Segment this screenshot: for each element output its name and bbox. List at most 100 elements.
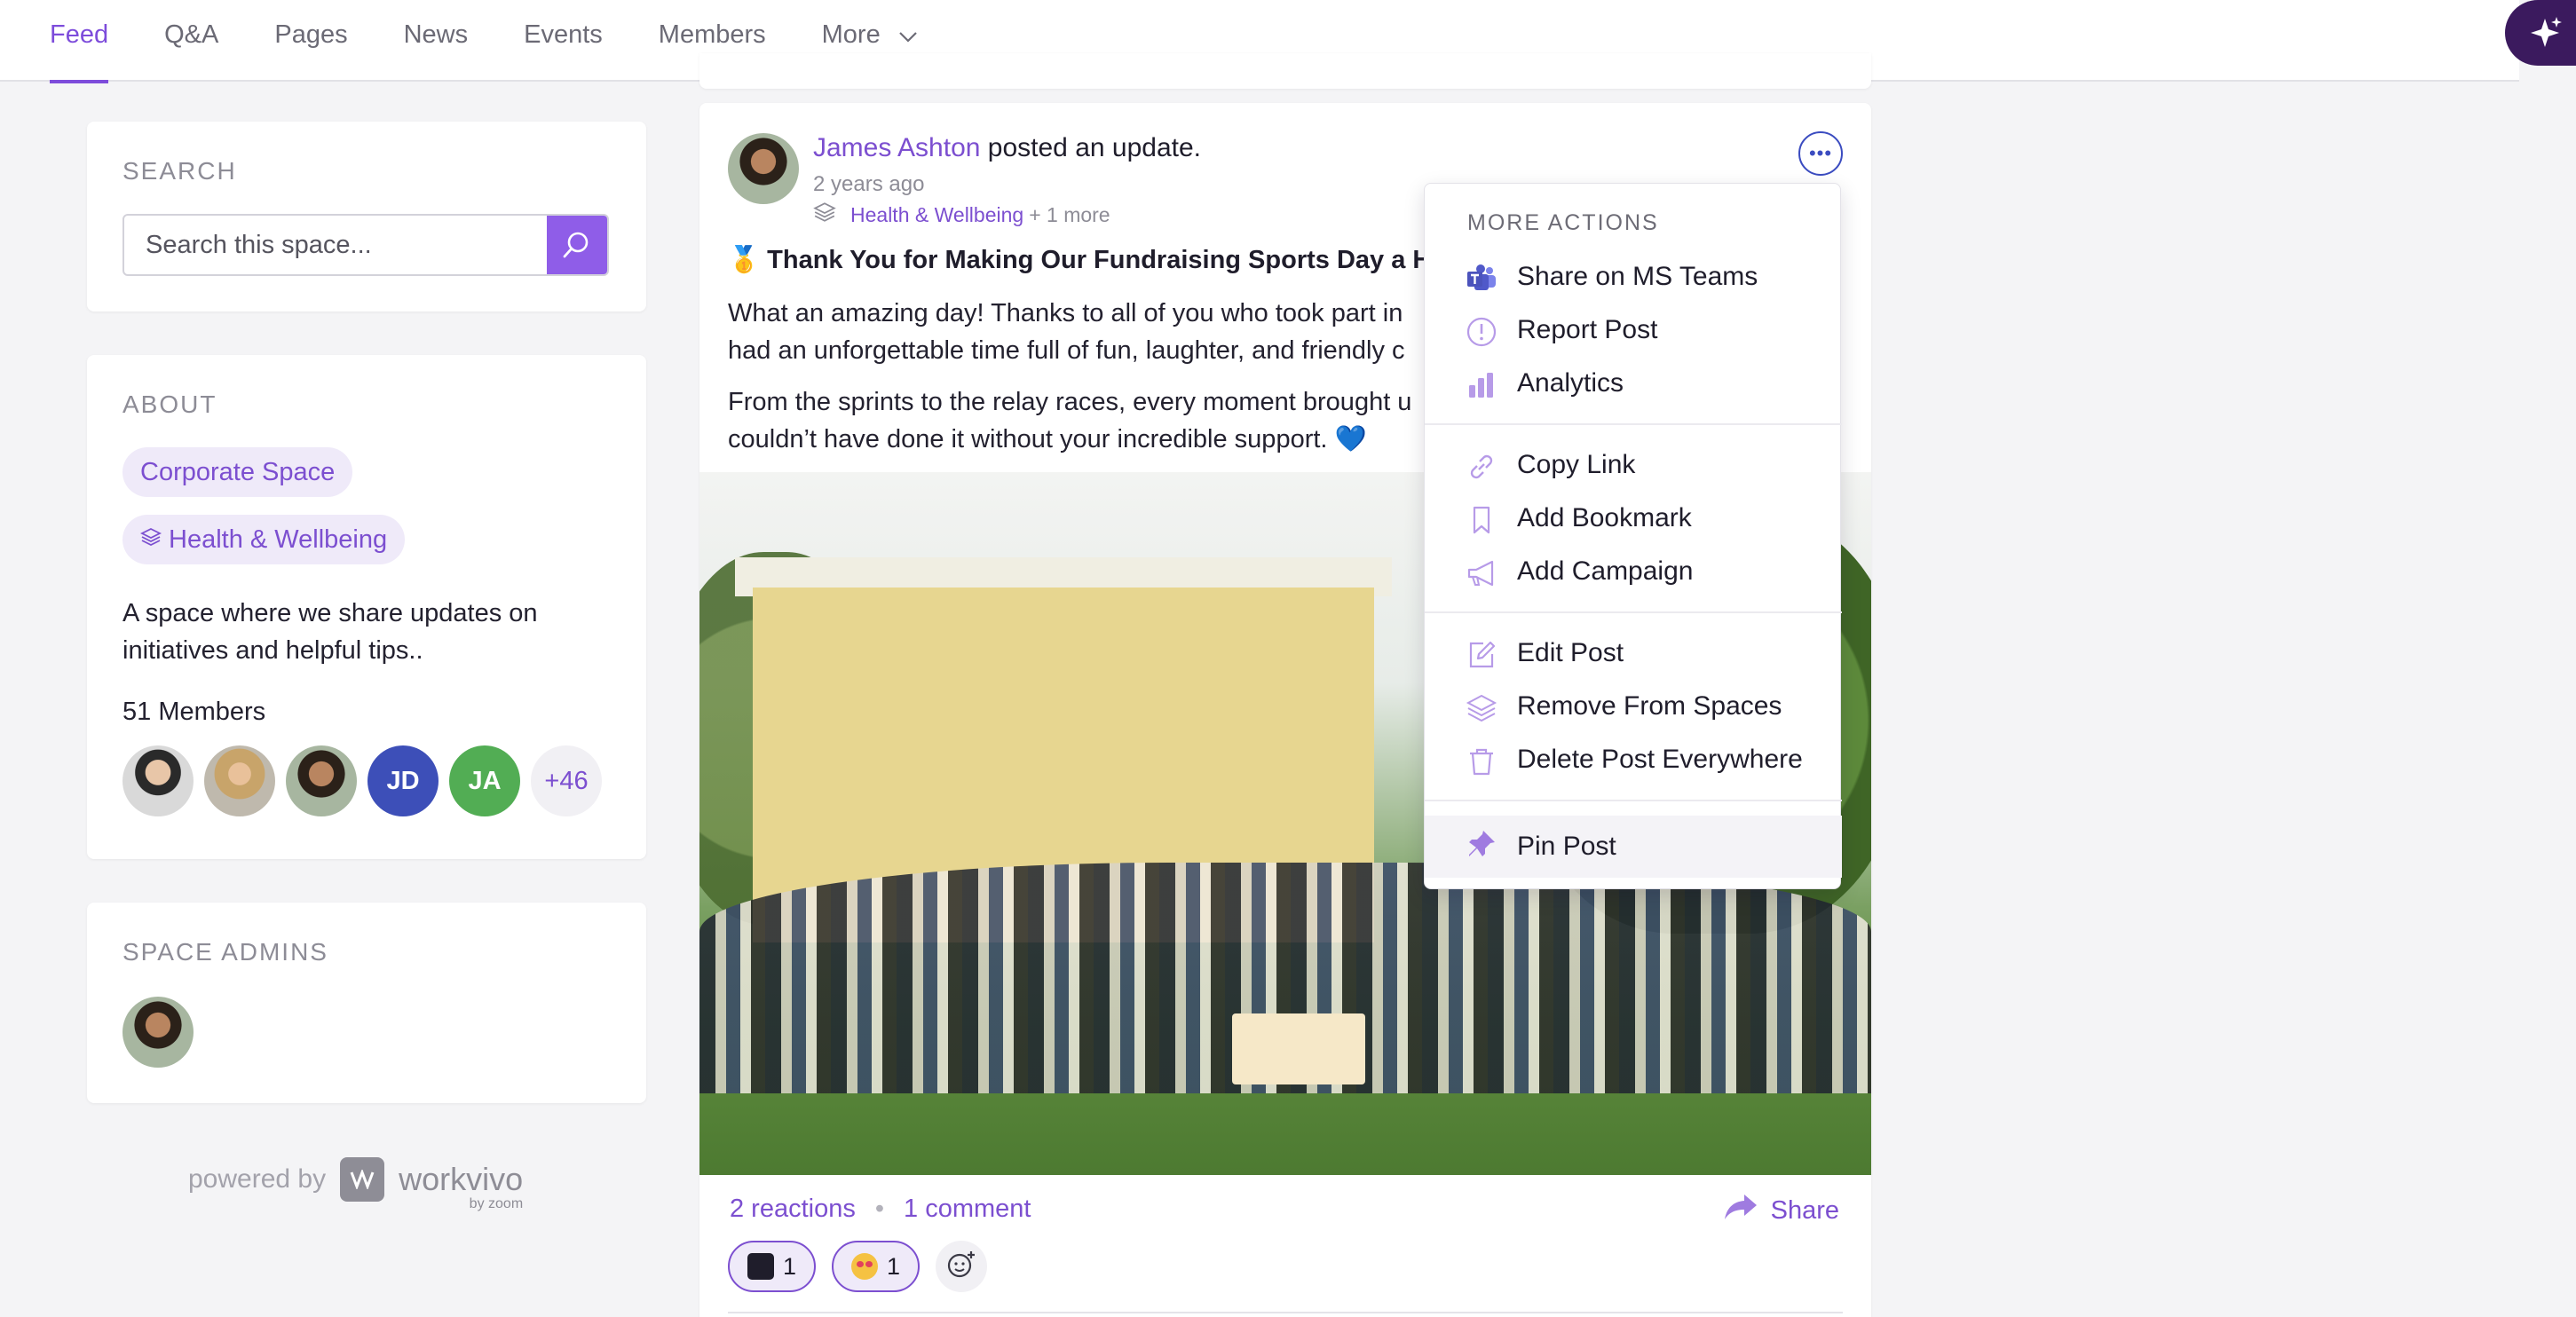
member-avatars: JD JA +46 <box>122 745 612 816</box>
tab-events[interactable]: Events <box>524 0 603 82</box>
analytics-icon <box>1466 369 1497 401</box>
layers-icon <box>1466 692 1497 724</box>
space-admins-heading: SPACE ADMINS <box>122 938 328 966</box>
powered-by-label: powered by <box>188 1164 327 1194</box>
menu-heading: MORE ACTIONS <box>1467 210 1659 235</box>
post-text: What an amazing day! Thanks to all of yo… <box>728 299 1403 327</box>
add-emoji-icon <box>946 1250 976 1284</box>
workvivo-logo-icon <box>340 1157 385 1202</box>
brand-sub: by zoom <box>469 1196 524 1211</box>
search-card: SEARCH <box>87 122 646 312</box>
search-button[interactable] <box>547 216 607 274</box>
menu-divider <box>1425 611 1842 613</box>
search-heading: SEARCH <box>122 157 237 185</box>
tab-more-label: More <box>821 20 881 49</box>
about-card: ABOUT Corporate Space Health & Wellbeing… <box>87 355 646 859</box>
menu-item-label: Delete Post Everywhere <box>1517 745 1803 774</box>
tab-qa[interactable]: Q&A <box>164 0 218 82</box>
reaction-chip-workvivo[interactable]: 1 <box>728 1241 817 1292</box>
workvivo-reaction-icon <box>747 1253 774 1280</box>
menu-item-add-campaign[interactable]: Add Campaign <box>1425 546 1842 597</box>
menu-item-label: Add Campaign <box>1517 556 1694 586</box>
share-arrow-icon <box>1723 1193 1771 1228</box>
share-label: Share <box>1770 1195 1839 1225</box>
reaction-count: 1 <box>783 1252 797 1280</box>
post-spaces: Health & Wellbeing + 1 more <box>813 201 1110 229</box>
more-actions-button[interactable]: ••• <box>1798 131 1843 176</box>
brand-name: workvivo <box>399 1161 524 1197</box>
image-sign <box>1232 1013 1365 1084</box>
layers-icon <box>813 201 836 229</box>
post-text: From the sprints to the relay races, eve… <box>728 388 1412 416</box>
menu-item-share-ms-teams[interactable]: Share on MS Teams <box>1425 251 1842 303</box>
tag-health-wellbeing[interactable]: Health & Wellbeing <box>122 515 406 564</box>
members-count: 51 Members <box>122 698 266 726</box>
search-box <box>122 214 609 276</box>
ms-teams-icon <box>1466 263 1497 295</box>
menu-item-analytics[interactable]: Analytics <box>1425 358 1842 409</box>
separator-dot: • <box>874 1195 885 1223</box>
comments-link[interactable]: 1 comment <box>904 1195 1031 1224</box>
heart-eyes-emoji-icon <box>851 1253 879 1280</box>
add-reaction-button[interactable] <box>936 1241 988 1292</box>
share-button[interactable]: Share <box>1723 1193 1839 1228</box>
space-admins-card: SPACE ADMINS <box>87 903 646 1103</box>
more-members-badge[interactable]: +46 <box>531 745 602 816</box>
menu-item-copy-link[interactable]: Copy Link <box>1425 439 1842 491</box>
menu-item-add-bookmark[interactable]: Add Bookmark <box>1425 493 1842 544</box>
author-name-link[interactable]: James Ashton <box>813 133 980 162</box>
powered-by: powered by workvivo by zoom <box>188 1157 524 1211</box>
space-link[interactable]: Health & Wellbeing <box>850 203 1023 227</box>
post-text: had an unforgettable time full of fun, l… <box>728 336 1405 365</box>
tab-news[interactable]: News <box>404 0 469 82</box>
reactions-link[interactable]: 2 reactions <box>730 1195 856 1224</box>
menu-item-label: Analytics <box>1517 368 1624 398</box>
menu-divider <box>1425 800 1842 801</box>
avatar[interactable] <box>204 745 275 816</box>
avatar[interactable] <box>122 745 194 816</box>
reaction-chips: 1 1 <box>728 1241 988 1292</box>
menu-item-remove-from-spaces[interactable]: Remove From Spaces <box>1425 681 1842 732</box>
tag-label: Corporate Space <box>140 458 336 486</box>
post-timestamp: 2 years ago <box>813 172 925 196</box>
tab-pages[interactable]: Pages <box>274 0 347 82</box>
more-spaces-link[interactable]: + 1 more <box>1029 203 1110 227</box>
reaction-count: 1 <box>887 1252 901 1280</box>
post-header: James Ashton posted an update. <box>813 133 1201 163</box>
avatar[interactable]: JA <box>449 745 520 816</box>
tab-feed[interactable]: Feed <box>50 0 109 83</box>
menu-item-label: Share on MS Teams <box>1517 262 1758 291</box>
post-action-text: posted an update. <box>987 133 1201 162</box>
menu-item-delete-post-everywhere[interactable]: Delete Post Everywhere <box>1425 734 1842 785</box>
ai-assistant-button[interactable] <box>2505 0 2576 66</box>
avatar[interactable] <box>122 997 194 1068</box>
pin-icon <box>1466 828 1497 860</box>
link-icon <box>1466 451 1497 483</box>
workvivo-brand: workvivo by zoom <box>399 1161 524 1211</box>
tag-corporate-space[interactable]: Corporate Space <box>122 447 353 497</box>
post-title: 🥇 Thank You for Making Our Fundraising S… <box>728 246 1448 274</box>
menu-item-label: Remove From Spaces <box>1517 691 1782 721</box>
divider <box>728 1312 1843 1313</box>
menu-item-edit-post[interactable]: Edit Post <box>1425 627 1842 679</box>
menu-item-label: Add Bookmark <box>1517 503 1692 532</box>
trash-icon <box>1466 745 1497 777</box>
menu-item-report-post[interactable]: Report Post <box>1425 304 1842 356</box>
menu-item-label: Copy Link <box>1517 450 1636 479</box>
search-input[interactable] <box>146 216 536 274</box>
more-actions-menu: MORE ACTIONS Share on MS Teams Report Po… <box>1424 183 1842 889</box>
previous-post-card <box>699 53 1871 89</box>
reaction-chip-heart-eyes[interactable]: 1 <box>832 1241 921 1292</box>
avatar[interactable]: JD <box>367 745 439 816</box>
menu-item-pin-post[interactable]: Pin Post <box>1425 816 1842 878</box>
space-description: A space where we share updates on initia… <box>122 599 538 665</box>
post-text: couldn’t have done it without your incre… <box>728 425 1367 453</box>
layers-icon <box>139 515 169 564</box>
about-heading: ABOUT <box>122 390 217 418</box>
author-avatar[interactable] <box>728 133 799 204</box>
avatar[interactable] <box>286 745 357 816</box>
menu-divider <box>1425 423 1842 425</box>
engagement-summary: 2 reactions • 1 comment <box>730 1195 1031 1224</box>
bookmark-icon <box>1466 504 1497 536</box>
report-icon <box>1466 316 1497 348</box>
